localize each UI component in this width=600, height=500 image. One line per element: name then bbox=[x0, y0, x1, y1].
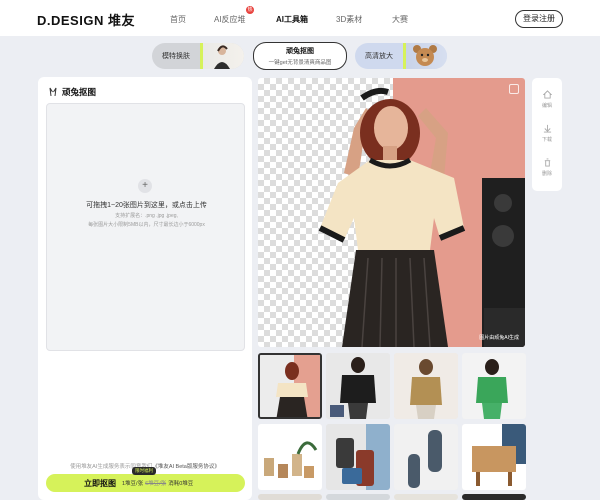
tool-hd-upscale[interactable]: 高清放大 bbox=[355, 43, 447, 69]
price-old: 6堆豆/张 bbox=[145, 481, 167, 487]
thumbnail-12[interactable] bbox=[462, 494, 526, 500]
hot-badge: 热 bbox=[246, 6, 254, 14]
upload-limits: 每张图片大小限制5MB以内，尺寸最长边小于6000px bbox=[88, 222, 205, 228]
upload-panel: 顽兔抠图 + 可拖拽1~20张图片到这里，或点击上传 支持扩展名：.png .j… bbox=[38, 77, 252, 500]
nav-contest[interactable]: 大赛 bbox=[392, 14, 408, 25]
thumbnail-4[interactable] bbox=[462, 353, 526, 419]
action-label: 编辑 bbox=[541, 103, 552, 109]
watermark: 图片由顽兔AI生成 bbox=[479, 335, 519, 341]
top-nav-bar: D.DESIGN 堆友 首页 AI反应堆 热 AI工具箱 3D素材 大赛 登录注… bbox=[0, 0, 600, 36]
tool-subtitle: 一键get无背景清爽商品图 bbox=[268, 60, 332, 66]
action-sidebar: 编辑 下载 删除 bbox=[532, 78, 562, 191]
agreement-link[interactable]: 《堆友AI Beta版服务协议》 bbox=[152, 464, 220, 470]
tool-label: 模特换肤 bbox=[162, 53, 190, 60]
panel-title: 顽兔抠图 bbox=[62, 87, 97, 97]
rabbit-icon bbox=[49, 87, 57, 97]
upload-instruction: 可拖拽1~20张图片到这里，或点击上传 bbox=[86, 202, 207, 209]
tool-label: 顽兔抠图 bbox=[286, 48, 314, 55]
expand-icon[interactable] bbox=[509, 84, 519, 94]
price-now: 1堆豆/张 bbox=[122, 481, 144, 487]
download-icon bbox=[543, 124, 551, 133]
thumbnail-5[interactable] bbox=[258, 424, 322, 490]
plus-icon[interactable]: + bbox=[138, 179, 152, 193]
tool-cutout[interactable]: 顽兔抠图 一键get无背景清爽商品图 bbox=[253, 42, 347, 70]
cta-label: 立即抠图 bbox=[84, 478, 116, 488]
delete-action[interactable]: 删除 bbox=[532, 158, 562, 177]
thumbnail-11[interactable] bbox=[394, 494, 458, 500]
nav-ai-reactor[interactable]: AI反应堆 bbox=[214, 14, 246, 25]
action-label: 删除 bbox=[541, 171, 552, 177]
nav-3d-assets[interactable]: 3D素材 bbox=[336, 14, 362, 25]
cost-total: 消耗0堆豆 bbox=[168, 481, 194, 487]
edit-action[interactable]: 编辑 bbox=[532, 90, 562, 109]
thumbnail-8[interactable] bbox=[462, 424, 526, 490]
thumbnail-10[interactable] bbox=[326, 494, 390, 500]
panel-header: 顽兔抠图 bbox=[48, 86, 96, 98]
thumbnail-9[interactable] bbox=[258, 494, 322, 500]
thumbnail-3[interactable] bbox=[394, 353, 458, 419]
upload-dropzone[interactable]: + 可拖拽1~20张图片到这里，或点击上传 支持扩展名：.png .jpg .j… bbox=[46, 103, 245, 351]
logo[interactable]: D.DESIGN 堆友 bbox=[37, 10, 135, 29]
cutout-now-button[interactable]: 限时福利 立即抠图 1堆豆/张 6堆豆/张 消耗0堆豆 bbox=[46, 467, 245, 492]
download-action[interactable]: 下载 bbox=[532, 124, 562, 143]
tool-thumbnail bbox=[403, 43, 447, 69]
model-figure bbox=[318, 87, 525, 347]
home-icon bbox=[542, 90, 552, 99]
thumbnail-2[interactable] bbox=[326, 353, 390, 419]
cutout-preview: 图片由顽兔AI生成 bbox=[258, 78, 525, 347]
nav-home[interactable]: 首页 bbox=[170, 14, 186, 25]
upload-formats: 支持扩展名：.png .jpg .jpeg, bbox=[115, 213, 178, 219]
login-button[interactable]: 登录注册 bbox=[515, 10, 563, 28]
promo-badge: 限时福利 bbox=[132, 467, 156, 475]
tool-label: 高清放大 bbox=[365, 53, 393, 60]
thumbnail-1[interactable] bbox=[258, 353, 322, 419]
trash-icon bbox=[544, 158, 550, 167]
thumbnail-7[interactable] bbox=[394, 424, 458, 490]
tool-model-skin[interactable]: 模特换肤 bbox=[152, 43, 244, 69]
nav-ai-toolbox[interactable]: AI工具箱 bbox=[276, 14, 308, 28]
action-label: 下载 bbox=[541, 137, 552, 143]
tool-thumbnail bbox=[200, 43, 244, 69]
thumbnail-6[interactable] bbox=[326, 424, 390, 490]
